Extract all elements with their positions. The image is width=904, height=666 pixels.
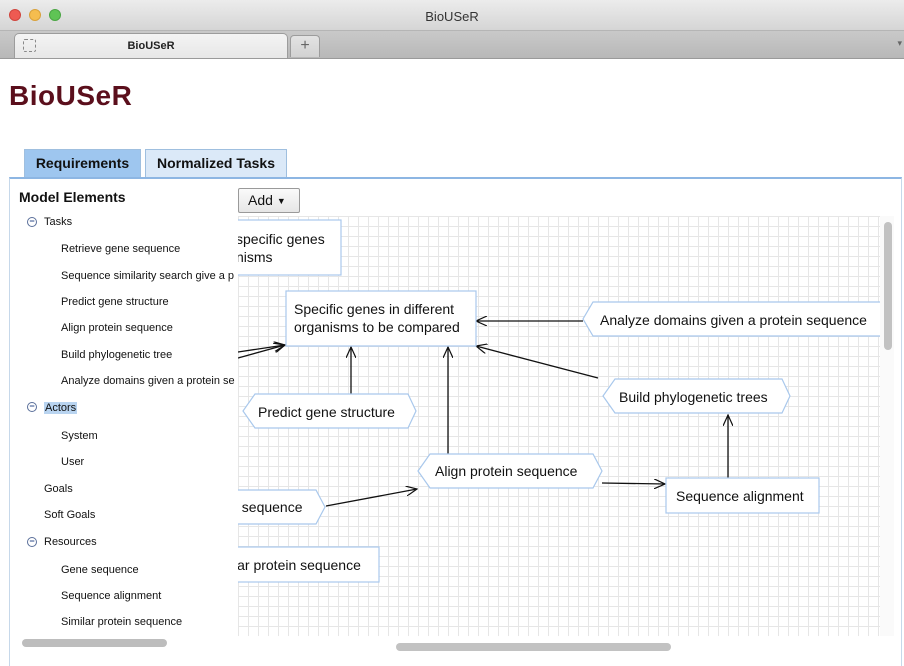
- collapse-resources-icon[interactable]: −: [27, 537, 37, 547]
- model-elements-panel: Model Elements − Tasks Retrieve gene seq…: [10, 180, 238, 650]
- tree-item-task[interactable]: Predict gene structure: [61, 296, 169, 308]
- collapse-tasks-icon[interactable]: −: [27, 217, 37, 227]
- tree-group-soft-goals[interactable]: Soft Goals: [44, 509, 95, 521]
- tree-group-actors-label: Actors: [44, 402, 78, 414]
- edge: [601, 483, 665, 484]
- node-label: ı sequence: [238, 499, 303, 515]
- tree-group-resources[interactable]: Resources: [44, 536, 97, 548]
- window-titlebar: BioUSeR: [0, 0, 904, 31]
- tree-item-task[interactable]: Align protein sequence: [61, 322, 173, 334]
- tree-group-goals[interactable]: Goals: [44, 483, 73, 495]
- node-label: nisms: [238, 249, 273, 265]
- tree-item-resource[interactable]: Sequence alignment: [61, 590, 161, 602]
- tab-menu-icon[interactable]: ▾: [897, 38, 902, 49]
- browser-tab-label: BioUSeR: [127, 40, 175, 52]
- add-button[interactable]: Add ▼: [238, 188, 300, 213]
- node-label: Build phylogenetic trees: [619, 389, 768, 405]
- tree-item-task[interactable]: Build phylogenetic tree: [61, 349, 172, 361]
- tree-item-task[interactable]: Retrieve gene sequence: [61, 243, 180, 255]
- add-button-label: Add: [248, 192, 273, 208]
- tree-item-task[interactable]: Sequence similarity search give a p: [61, 270, 234, 282]
- tree-item-task[interactable]: Analyze domains given a protein se: [61, 375, 235, 387]
- node-specific-genes-clipped: [238, 219, 342, 276]
- browser-tab[interactable]: BioUSeR: [14, 33, 288, 58]
- tree-group-actors[interactable]: Actors: [44, 402, 78, 414]
- node-label: lar protein sequence: [238, 557, 361, 573]
- tree-group-tasks[interactable]: Tasks: [44, 216, 72, 228]
- node-label: Specific genes in different: [294, 301, 454, 317]
- node-label: Align protein sequence: [435, 463, 578, 479]
- app-title: BioUSeR: [9, 80, 133, 111]
- new-tab-button[interactable]: +: [290, 35, 320, 57]
- tree-item-resource[interactable]: Gene sequence: [61, 564, 139, 576]
- node-label: Sequence alignment: [676, 488, 804, 504]
- chevron-down-icon: ▼: [276, 196, 286, 206]
- node-label: Predict gene structure: [258, 404, 395, 420]
- panel-horizontal-scrollbar[interactable]: [22, 639, 167, 647]
- browser-tab-strip: BioUSeR + ▾: [0, 31, 904, 59]
- diagram-canvas[interactable]: specific genes nisms Specific genes in d…: [238, 216, 880, 636]
- edge: [325, 489, 417, 507]
- tab-normalized-tasks[interactable]: Normalized Tasks: [145, 149, 287, 177]
- panel-title: Model Elements: [19, 189, 126, 205]
- canvas-vertical-scroll-thumb[interactable]: [884, 222, 892, 350]
- node-label: specific genes: [238, 231, 325, 247]
- diagram-svg: specific genes nisms Specific genes in d…: [238, 219, 880, 583]
- window-title: BioUSeR: [425, 9, 479, 24]
- edge: [476, 346, 599, 379]
- collapse-actors-icon[interactable]: −: [27, 402, 37, 412]
- tree-item-actor[interactable]: System: [61, 430, 98, 442]
- tree-item-resource[interactable]: Similar protein sequence: [61, 616, 182, 628]
- canvas-horizontal-scroll-thumb[interactable]: [396, 643, 671, 651]
- node-label: organisms to be compared: [294, 319, 460, 335]
- tree-item-actor[interactable]: User: [61, 456, 84, 468]
- tab-requirements[interactable]: Requirements: [24, 149, 141, 177]
- node-label: Analyze domains given a protein sequence: [600, 312, 867, 328]
